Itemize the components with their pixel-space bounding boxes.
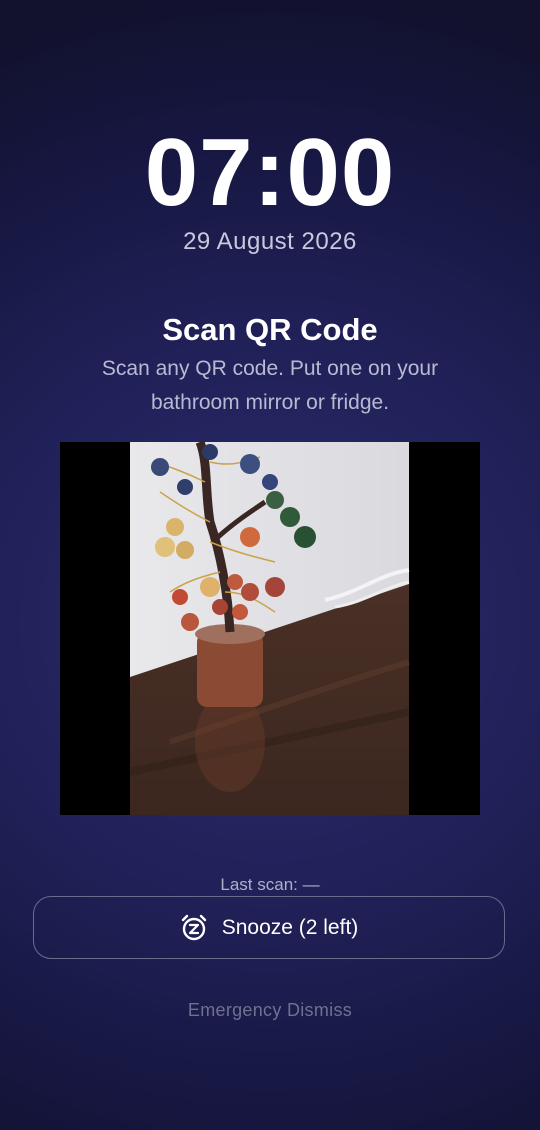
snooze-button-label: Snooze (2 left) (221, 915, 359, 939)
challenge-description: Scan any QR code. Put one on your bathro… (101, 357, 439, 414)
alarm-snooze-icon (180, 914, 208, 942)
emergency-dismiss-link[interactable]: Emergency Dismiss (0, 1000, 540, 1021)
camera-feed-image (129, 442, 410, 815)
camera-preview[interactable] (60, 442, 480, 815)
alarm-time: 07:00 (144, 119, 396, 226)
challenge-title: Scan QR Code (162, 312, 378, 347)
alarm-date: 29 August 2026 (183, 228, 357, 255)
snooze-button[interactable]: Snooze (2 left) (33, 896, 505, 959)
last-scan-status: Last scan: — (220, 875, 320, 894)
